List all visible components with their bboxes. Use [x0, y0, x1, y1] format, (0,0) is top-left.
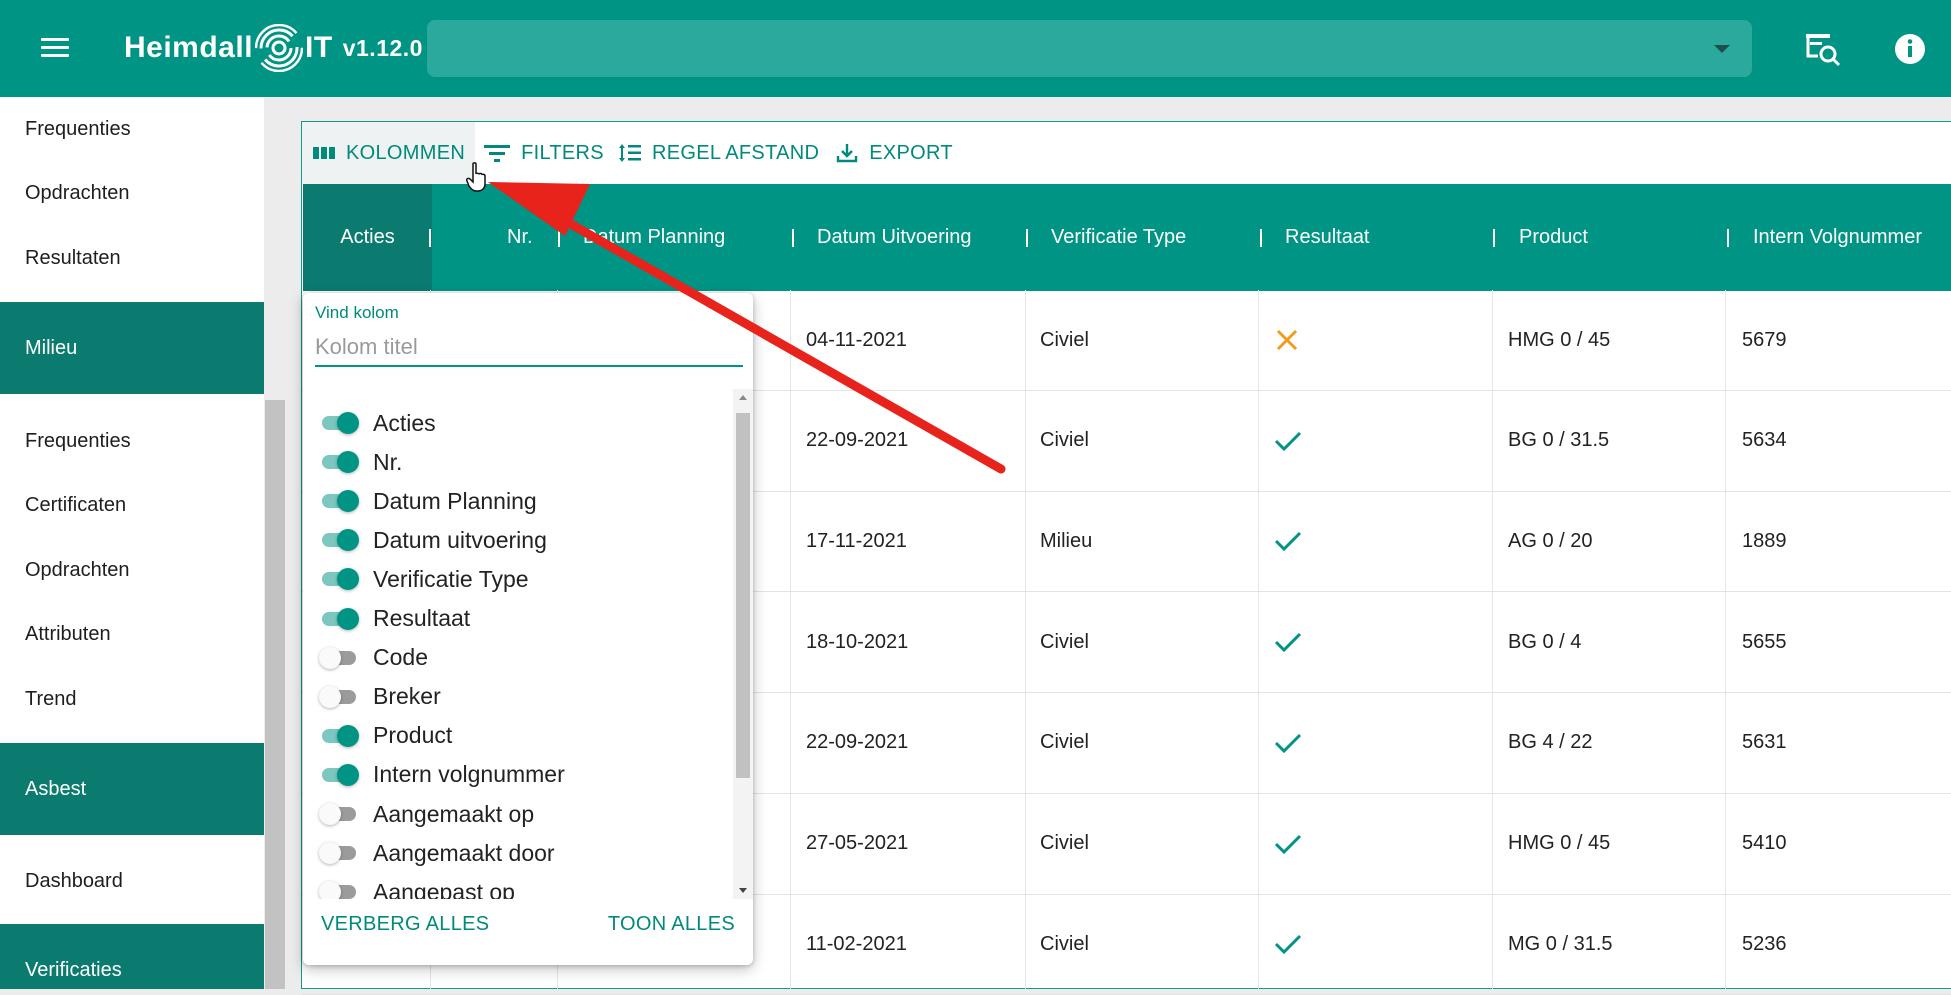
annotation-arrow — [488, 182, 1006, 474]
hand-cursor-icon — [466, 162, 486, 192]
